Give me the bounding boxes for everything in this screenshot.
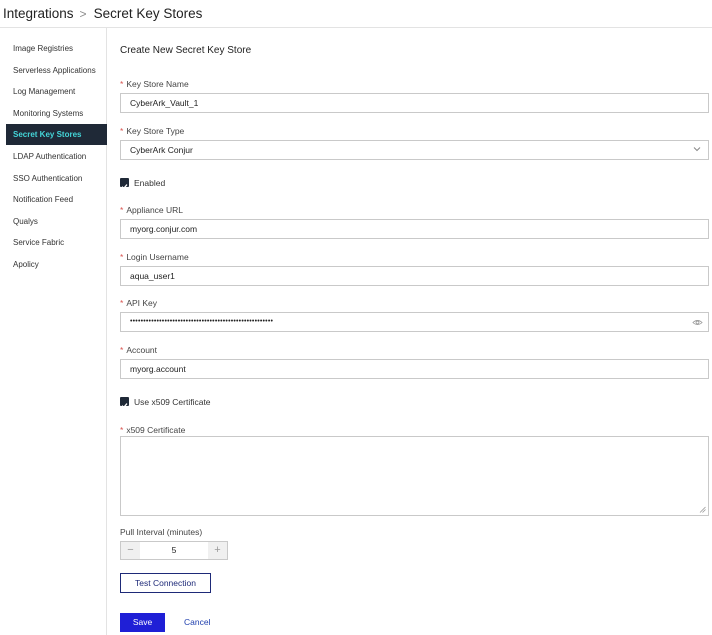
breadcrumb: Integrations > Secret Key Stores [0, 0, 712, 28]
checkmark-icon [121, 184, 128, 190]
key-store-name-label-text: Key Store Name [126, 79, 189, 89]
login-username-label: * Login Username [120, 252, 189, 262]
sidebar-item-ldap-authentication[interactable]: LDAP Authentication [6, 146, 106, 167]
page-title: Secret Key Stores [93, 6, 203, 21]
x509-certificate-textarea[interactable] [120, 436, 709, 516]
sidebar-item-notification-feed[interactable]: Notification Feed [6, 189, 106, 210]
enabled-checkbox[interactable] [120, 178, 129, 190]
chevron-down-icon [693, 147, 701, 152]
required-mark: * [120, 205, 124, 215]
use-x509-label: Use x509 Certificate [134, 397, 211, 407]
login-username-label-text: Login Username [126, 252, 189, 262]
login-username-input[interactable]: aqua_user1 [120, 266, 709, 286]
key-store-type-label-text: Key Store Type [126, 126, 185, 136]
enabled-label: Enabled [134, 178, 166, 188]
breadcrumb-separator: > [79, 6, 87, 21]
account-label: * Account [120, 345, 157, 355]
api-key-input[interactable]: ••••••••••••••••••••••••••••••••••••••••… [120, 312, 709, 332]
sidebar-item-apolicy[interactable]: Apolicy [6, 254, 106, 275]
required-mark: * [120, 126, 124, 136]
api-key-label-text: API Key [126, 298, 158, 308]
sidebar-item-qualys[interactable]: Qualys [6, 211, 106, 232]
x509-certificate-label: * x509 Certificate [120, 425, 185, 435]
appliance-url-label: * Appliance URL [120, 205, 183, 215]
api-key-label: * API Key [120, 298, 157, 308]
required-mark: * [120, 425, 124, 435]
appliance-url-label-text: Appliance URL [126, 205, 184, 215]
decrement-button[interactable]: − [121, 542, 140, 559]
pull-interval-label: Pull Interval (minutes) [120, 527, 203, 537]
save-button[interactable]: Save [120, 613, 165, 632]
use-x509-checkbox[interactable] [120, 397, 129, 409]
sidebar-item-secret-key-stores[interactable]: Secret Key Stores [6, 124, 107, 145]
sidebar-item-log-management[interactable]: Log Management [6, 81, 106, 102]
key-store-type-value: CyberArk Conjur [130, 145, 193, 155]
pull-interval-input[interactable]: 5 [140, 542, 208, 559]
key-store-name-label: * Key Store Name [120, 79, 189, 89]
test-connection-button[interactable]: Test Connection [120, 573, 211, 593]
key-store-name-input[interactable]: CyberArk_Vault_1 [120, 93, 709, 113]
increment-button[interactable]: + [208, 542, 227, 559]
account-input[interactable]: myorg.account [120, 359, 709, 379]
sidebar-item-monitoring-systems[interactable]: Monitoring Systems [6, 103, 106, 124]
required-mark: * [120, 79, 124, 89]
required-mark: * [120, 252, 124, 262]
sidebar-item-sso-authentication[interactable]: SSO Authentication [6, 168, 106, 189]
sidebar: Image Registries Serverless Applications… [0, 28, 107, 635]
required-mark: * [120, 298, 124, 308]
sidebar-item-service-fabric[interactable]: Service Fabric [6, 232, 106, 253]
form-title: Create New Secret Key Store [120, 45, 252, 56]
sidebar-item-serverless-applications[interactable]: Serverless Applications [6, 60, 106, 81]
account-label-text: Account [126, 345, 158, 355]
breadcrumb-integrations[interactable]: Integrations [3, 6, 74, 21]
checkmark-icon [121, 403, 128, 409]
api-key-masked-value: ••••••••••••••••••••••••••••••••••••••••… [130, 318, 274, 325]
key-store-type-select[interactable]: CyberArk Conjur [120, 140, 709, 160]
key-store-type-label: * Key Store Type [120, 126, 184, 136]
x509-certificate-label-text: x509 Certificate [126, 425, 186, 435]
resize-handle-icon[interactable] [699, 506, 706, 513]
sidebar-item-image-registries[interactable]: Image Registries [6, 38, 106, 59]
pull-interval-stepper: − 5 + [120, 541, 228, 560]
cancel-button[interactable]: Cancel [184, 613, 210, 632]
required-mark: * [120, 345, 124, 355]
appliance-url-input[interactable]: myorg.conjur.com [120, 219, 709, 239]
eye-icon[interactable] [692, 317, 703, 328]
